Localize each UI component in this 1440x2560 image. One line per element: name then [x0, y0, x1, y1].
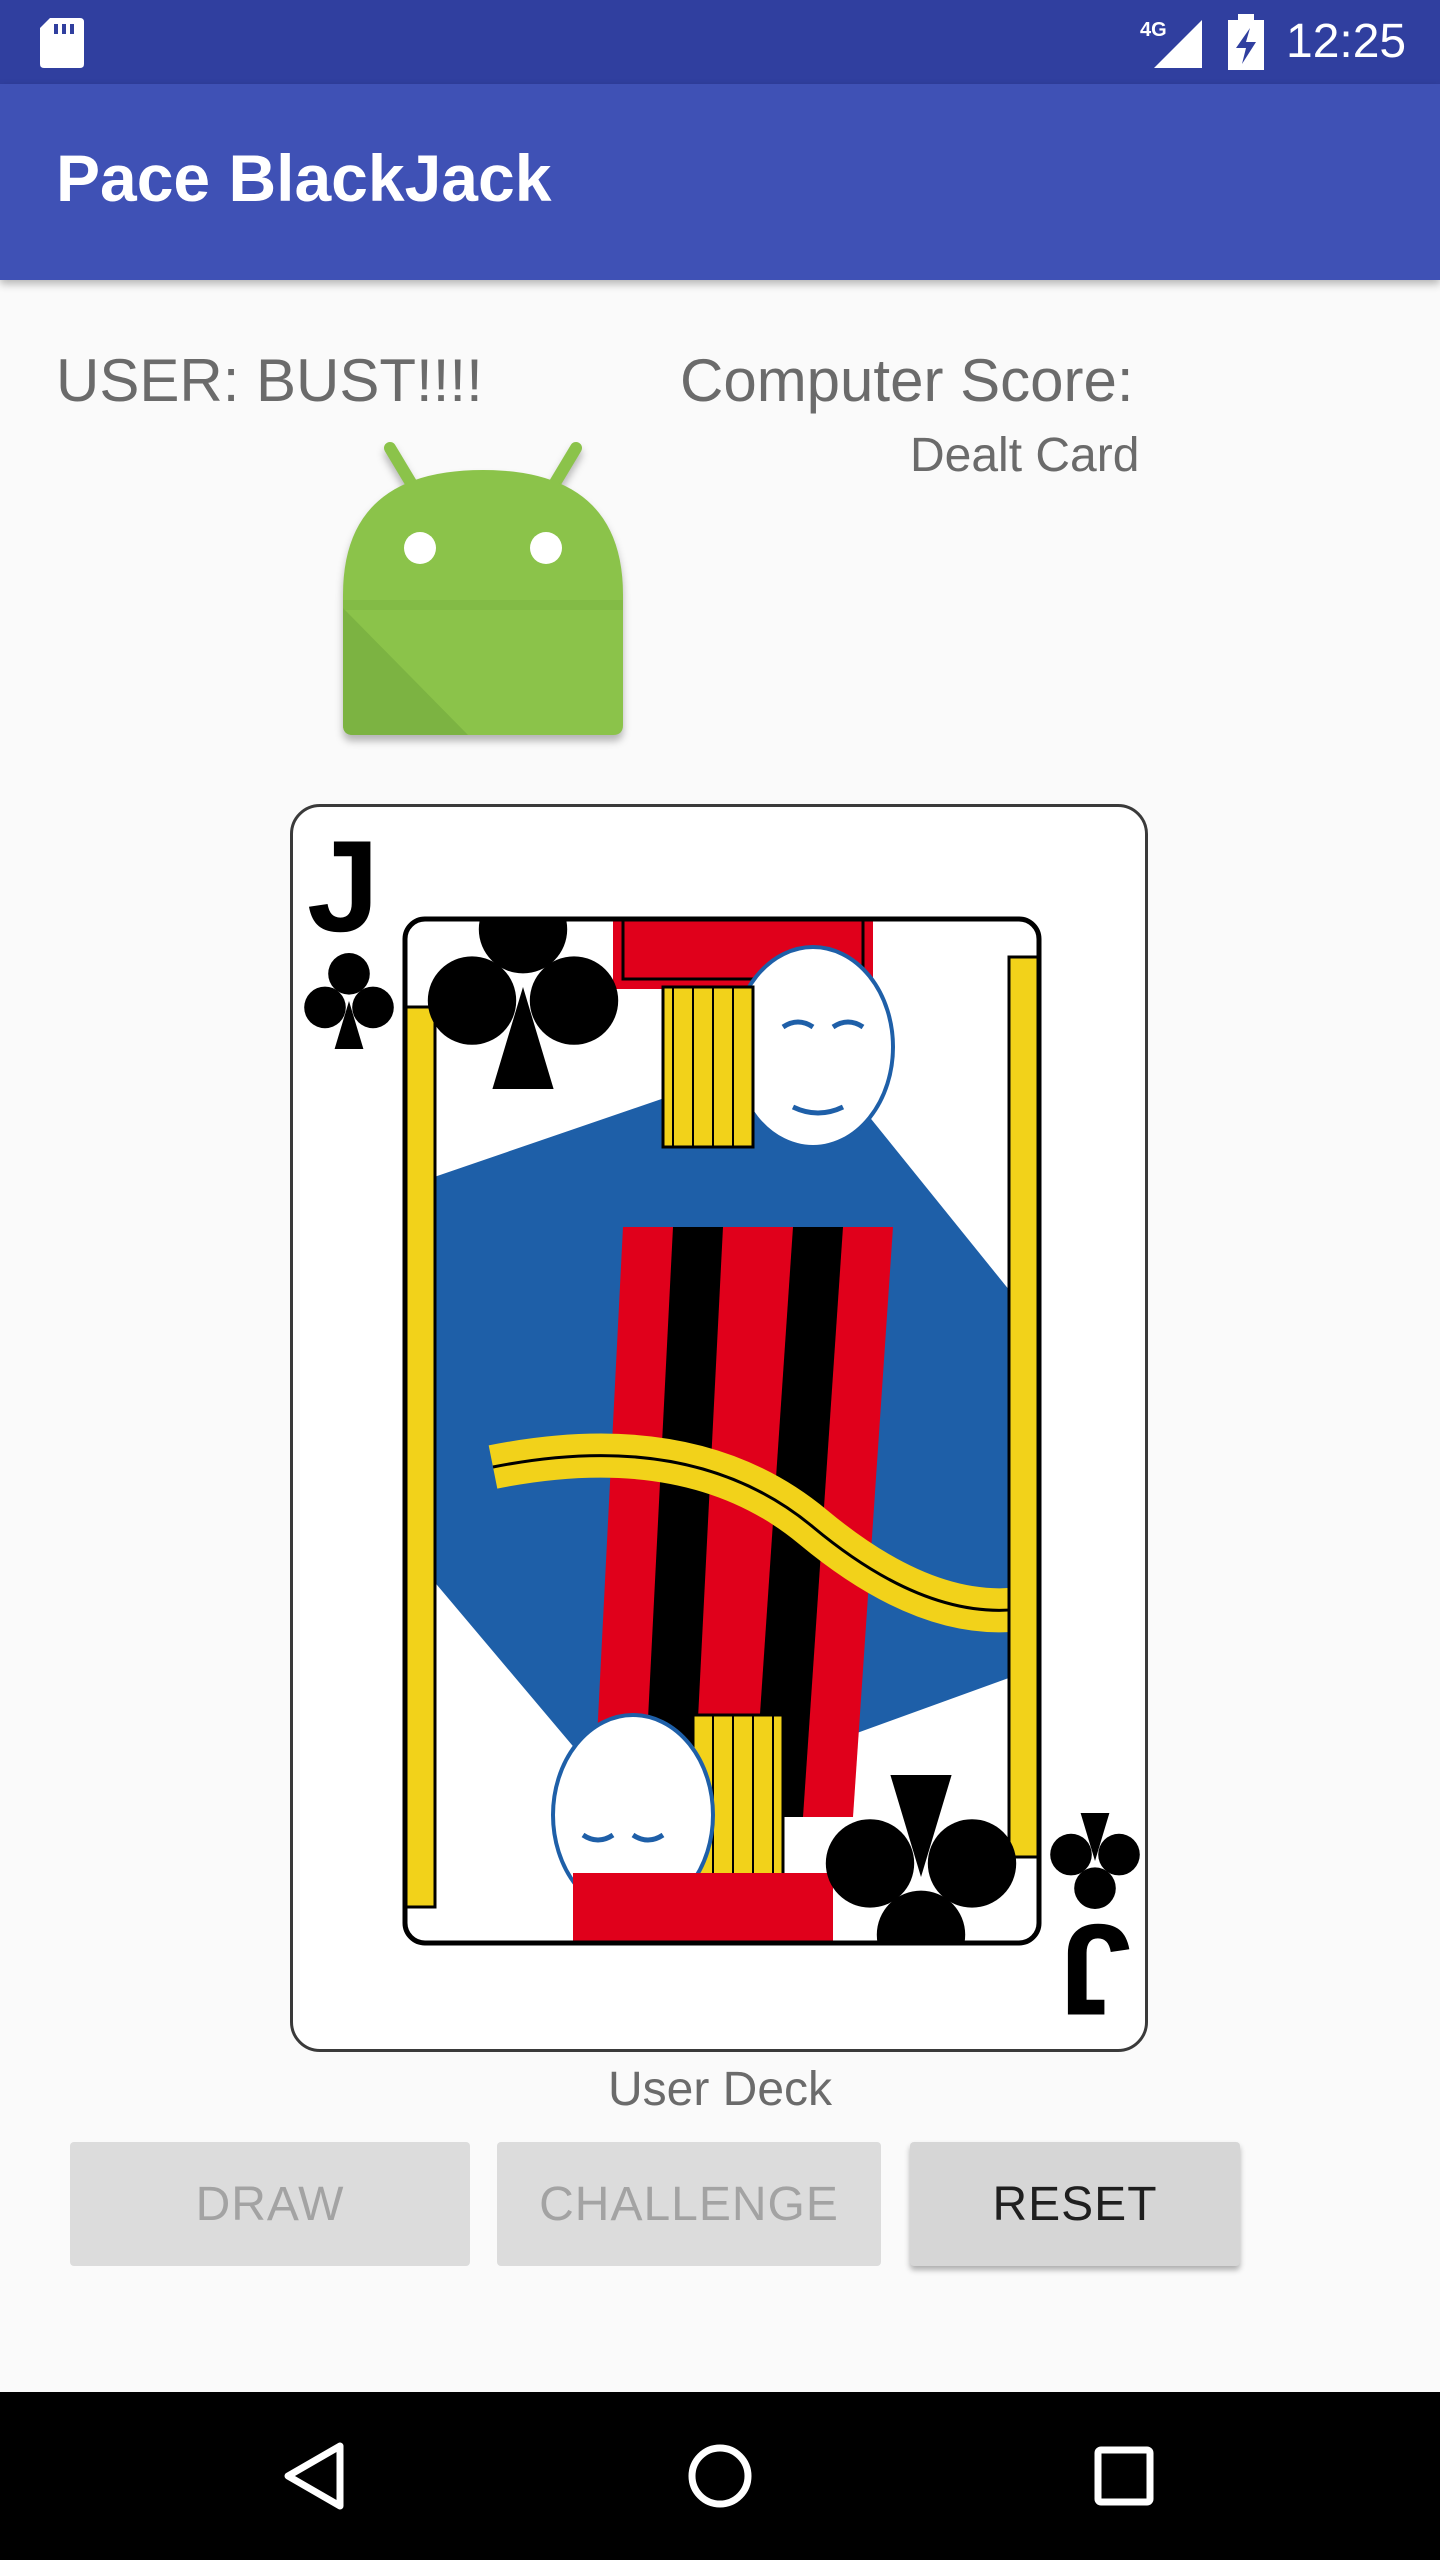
status-bar: 4G 12:25 — [0, 0, 1440, 84]
draw-button[interactable]: DRAW — [70, 2142, 470, 2266]
recents-icon[interactable] — [1084, 2436, 1164, 2516]
app-bar: Pace BlackJack — [0, 84, 1440, 280]
card-rank-bottom-right: J — [1064, 1897, 1131, 2043]
reset-button[interactable]: RESET — [910, 2142, 1240, 2266]
computer-score-label: Computer Score: — [680, 347, 1134, 414]
user-card: J J — [290, 804, 1148, 2052]
card-rank-top-left: J — [307, 813, 379, 959]
dealt-card-label: Dealt Card — [910, 429, 1140, 482]
home-icon[interactable] — [680, 2436, 760, 2516]
signal-icon: 4G — [1140, 19, 1202, 68]
navigation-bar — [0, 2392, 1440, 2560]
club-suit-small-tl — [304, 953, 394, 1049]
battery-charging-icon — [1228, 14, 1264, 70]
back-icon[interactable] — [276, 2436, 356, 2516]
app-title: Pace BlackJack — [56, 141, 552, 215]
sd-card-icon — [40, 18, 84, 68]
user-deck-label: User Deck — [607, 2063, 833, 2116]
user-status-text: USER: BUST!!!! — [56, 347, 483, 414]
challenge-button[interactable]: CHALLENGE — [497, 2142, 881, 2266]
card-face-art — [304, 916, 1140, 1946]
network-type-label: 4G — [1140, 19, 1167, 41]
status-clock: 12:25 — [1286, 15, 1407, 68]
android-icon — [343, 442, 623, 735]
